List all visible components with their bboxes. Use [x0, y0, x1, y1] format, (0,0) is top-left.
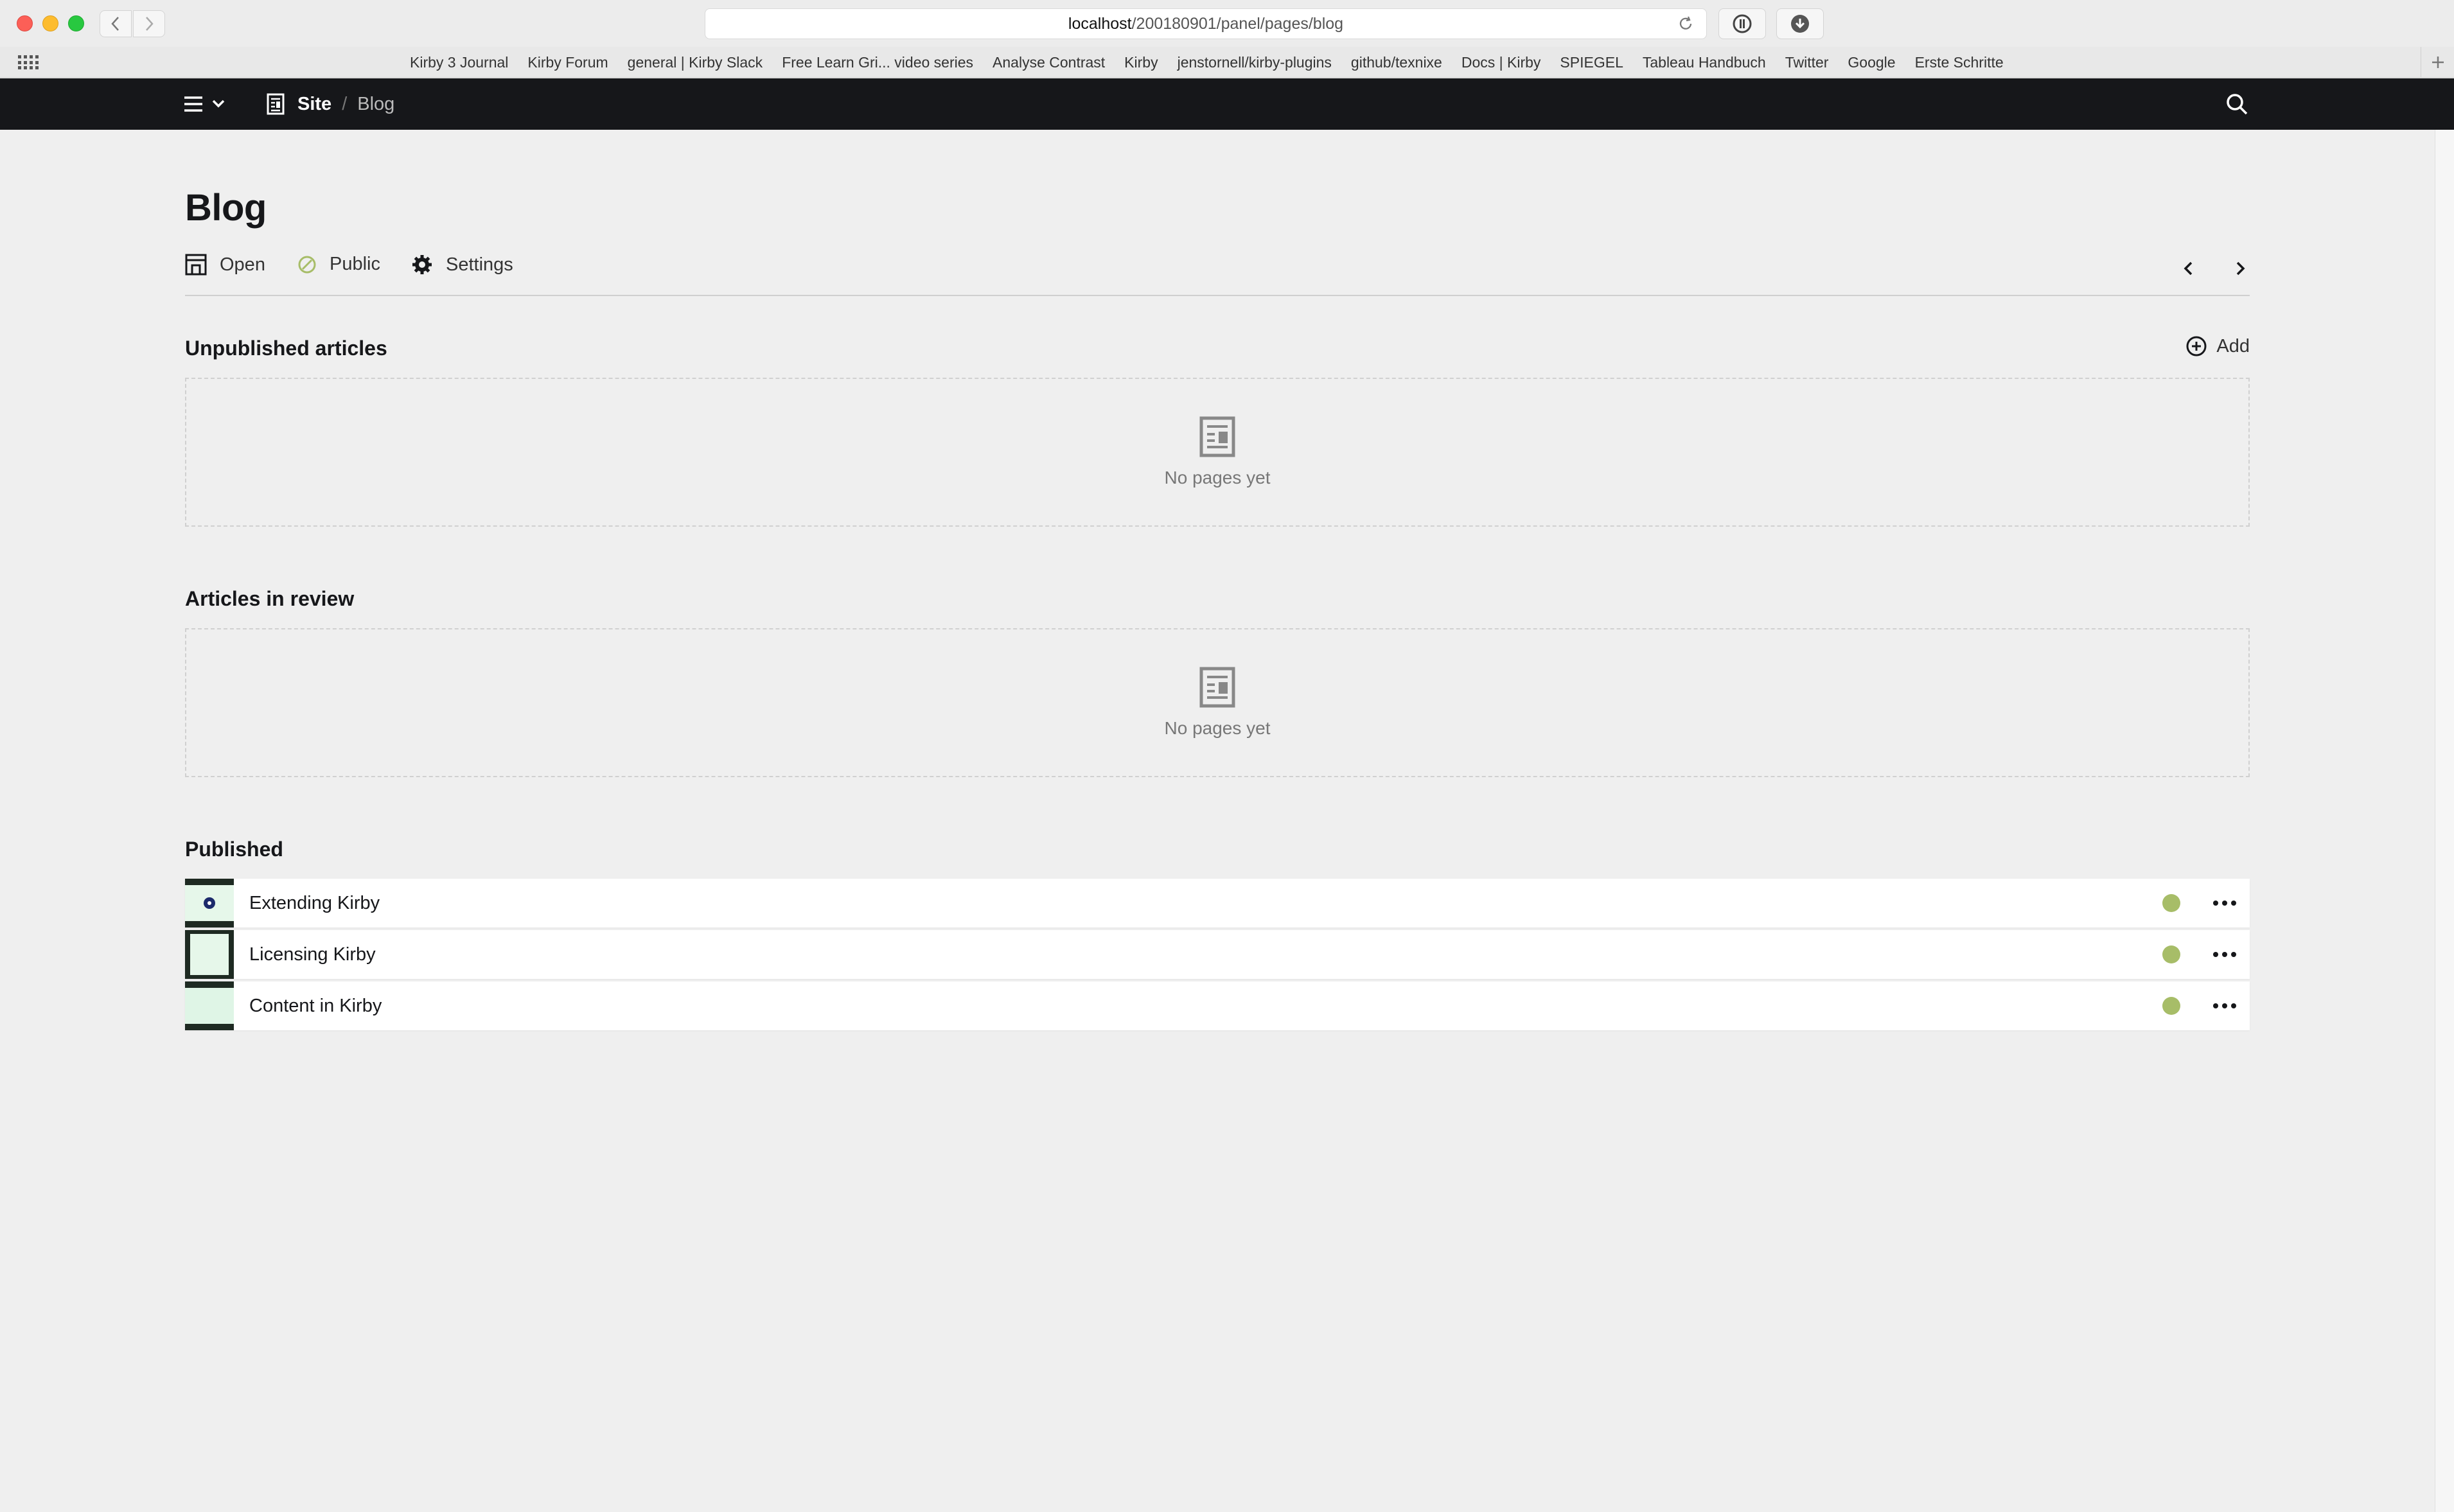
bookmark-item[interactable]: Analyse Contrast [993, 54, 1105, 71]
url-host: localhost [1068, 14, 1132, 33]
gear-icon [412, 255, 432, 274]
add-button-label: Add [2216, 335, 2250, 356]
next-page-button[interactable] [2230, 258, 2250, 279]
browser-forward-button[interactable] [133, 10, 165, 37]
published-list: Extending Kirby Licensing Kirby Content … [185, 879, 2250, 1033]
bookmark-item[interactable]: Twitter [1785, 54, 1829, 71]
bookmarks-bar: Kirby 3 Journal Kirby Forum general | Ki… [0, 47, 2454, 78]
new-tab-button[interactable] [2421, 47, 2454, 78]
window-minimize-button[interactable] [42, 15, 58, 31]
bookmark-item[interactable]: Free Learn Gri... video series [782, 54, 973, 71]
more-dots-icon[interactable] [2212, 899, 2237, 907]
open-button-label: Open [220, 254, 265, 275]
bookmark-item[interactable]: Erste Schritte [1915, 54, 2004, 71]
page-icon [1199, 667, 1235, 708]
page-title: Blog [185, 187, 267, 229]
breadcrumb-separator: / [342, 93, 348, 114]
bookmark-item[interactable]: github/texnixe [1351, 54, 1442, 71]
search-icon[interactable] [2224, 91, 2250, 117]
plus-icon [2432, 57, 2444, 68]
item-title[interactable]: Content in Kirby [249, 996, 2162, 1017]
bookmark-item[interactable]: SPIEGEL [1560, 54, 1623, 71]
reload-icon[interactable] [1677, 15, 1695, 33]
settings-button[interactable]: Settings [411, 254, 513, 276]
add-page-button[interactable]: Add [2185, 335, 2250, 357]
bookmark-item[interactable]: Kirby [1124, 54, 1158, 71]
url-path: /200180901/panel/pages/blog [1131, 14, 1344, 33]
page-icon [267, 93, 285, 115]
status-button[interactable]: Public [297, 254, 380, 275]
empty-state-text: No pages yet [1164, 468, 1271, 488]
page-thumbnail [185, 981, 234, 1030]
bookmark-item[interactable]: Tableau Handbuch [1643, 54, 1766, 71]
status-published-indicator[interactable] [2162, 894, 2180, 912]
circle-slash-icon [298, 256, 316, 273]
kirby-logo-icon [204, 897, 215, 909]
bookmark-item[interactable]: general | Kirby Slack [628, 54, 763, 71]
bookmark-item[interactable]: jenstornell/kirby-plugins [1178, 54, 1332, 71]
info-icon [1733, 14, 1752, 33]
browser-back-button[interactable] [100, 10, 132, 37]
chevron-right-icon [146, 17, 154, 31]
breadcrumb: Site / Blog [267, 78, 394, 130]
section-title-unpublished: Unpublished articles [185, 337, 387, 360]
download-icon [1791, 15, 1809, 33]
breadcrumb-site[interactable]: Site [297, 94, 331, 115]
window-zoom-button[interactable] [68, 15, 84, 31]
more-dots-icon[interactable] [2212, 1002, 2237, 1010]
page-thumbnail [185, 879, 234, 927]
status-published-indicator[interactable] [2162, 997, 2180, 1015]
open-button[interactable]: Open [185, 254, 265, 276]
page-icon [1199, 416, 1235, 457]
status-published-indicator[interactable] [2162, 945, 2180, 963]
list-item[interactable]: Licensing Kirby [185, 930, 2250, 979]
empty-state-unpublished: No pages yet [185, 378, 2250, 527]
bookmark-item[interactable]: Kirby Forum [527, 54, 608, 71]
main-menu-toggle[interactable] [183, 91, 225, 117]
bookmark-list: Kirby 3 Journal Kirby Forum general | Ki… [410, 47, 2004, 78]
open-icon [185, 254, 207, 276]
page-header-actions: Open Public Settings [185, 249, 2250, 296]
bookmark-item[interactable]: Docs | Kirby [1461, 54, 1541, 71]
empty-state-review: No pages yet [185, 628, 2250, 777]
page-thumbnail [185, 930, 234, 979]
window-close-button[interactable] [17, 15, 33, 31]
section-title-review: Articles in review [185, 587, 355, 610]
bookmark-item[interactable]: Google [1848, 54, 1895, 71]
item-title[interactable]: Extending Kirby [249, 893, 2162, 914]
bookmark-item[interactable]: Kirby 3 Journal [410, 54, 508, 71]
page-scrollbar[interactable] [2435, 130, 2454, 1512]
apps-grid-icon[interactable] [18, 55, 39, 69]
downloads-button[interactable] [1776, 8, 1824, 39]
panel-topbar: Site / Blog [0, 78, 2454, 130]
list-item[interactable]: Content in Kirby [185, 981, 2250, 1030]
hamburger-icon [184, 96, 202, 112]
previous-page-button[interactable] [2179, 258, 2198, 279]
settings-button-label: Settings [446, 254, 513, 275]
more-dots-icon[interactable] [2212, 951, 2237, 958]
status-button-label: Public [330, 254, 380, 274]
add-circle-icon [2186, 336, 2207, 356]
address-bar[interactable]: localhost/200180901/panel/pages/blog [705, 8, 1707, 39]
item-title[interactable]: Licensing Kirby [249, 944, 2162, 965]
browser-titlebar: localhost/200180901/panel/pages/blog [0, 0, 2454, 47]
list-item[interactable]: Extending Kirby [185, 879, 2250, 927]
chevron-left-icon [111, 17, 119, 31]
empty-state-text: No pages yet [1164, 718, 1271, 738]
breadcrumb-current[interactable]: Blog [357, 94, 394, 115]
chevron-down-icon [212, 100, 225, 108]
section-title-published: Published [185, 838, 283, 861]
reader-extension-button[interactable] [1718, 8, 1766, 39]
